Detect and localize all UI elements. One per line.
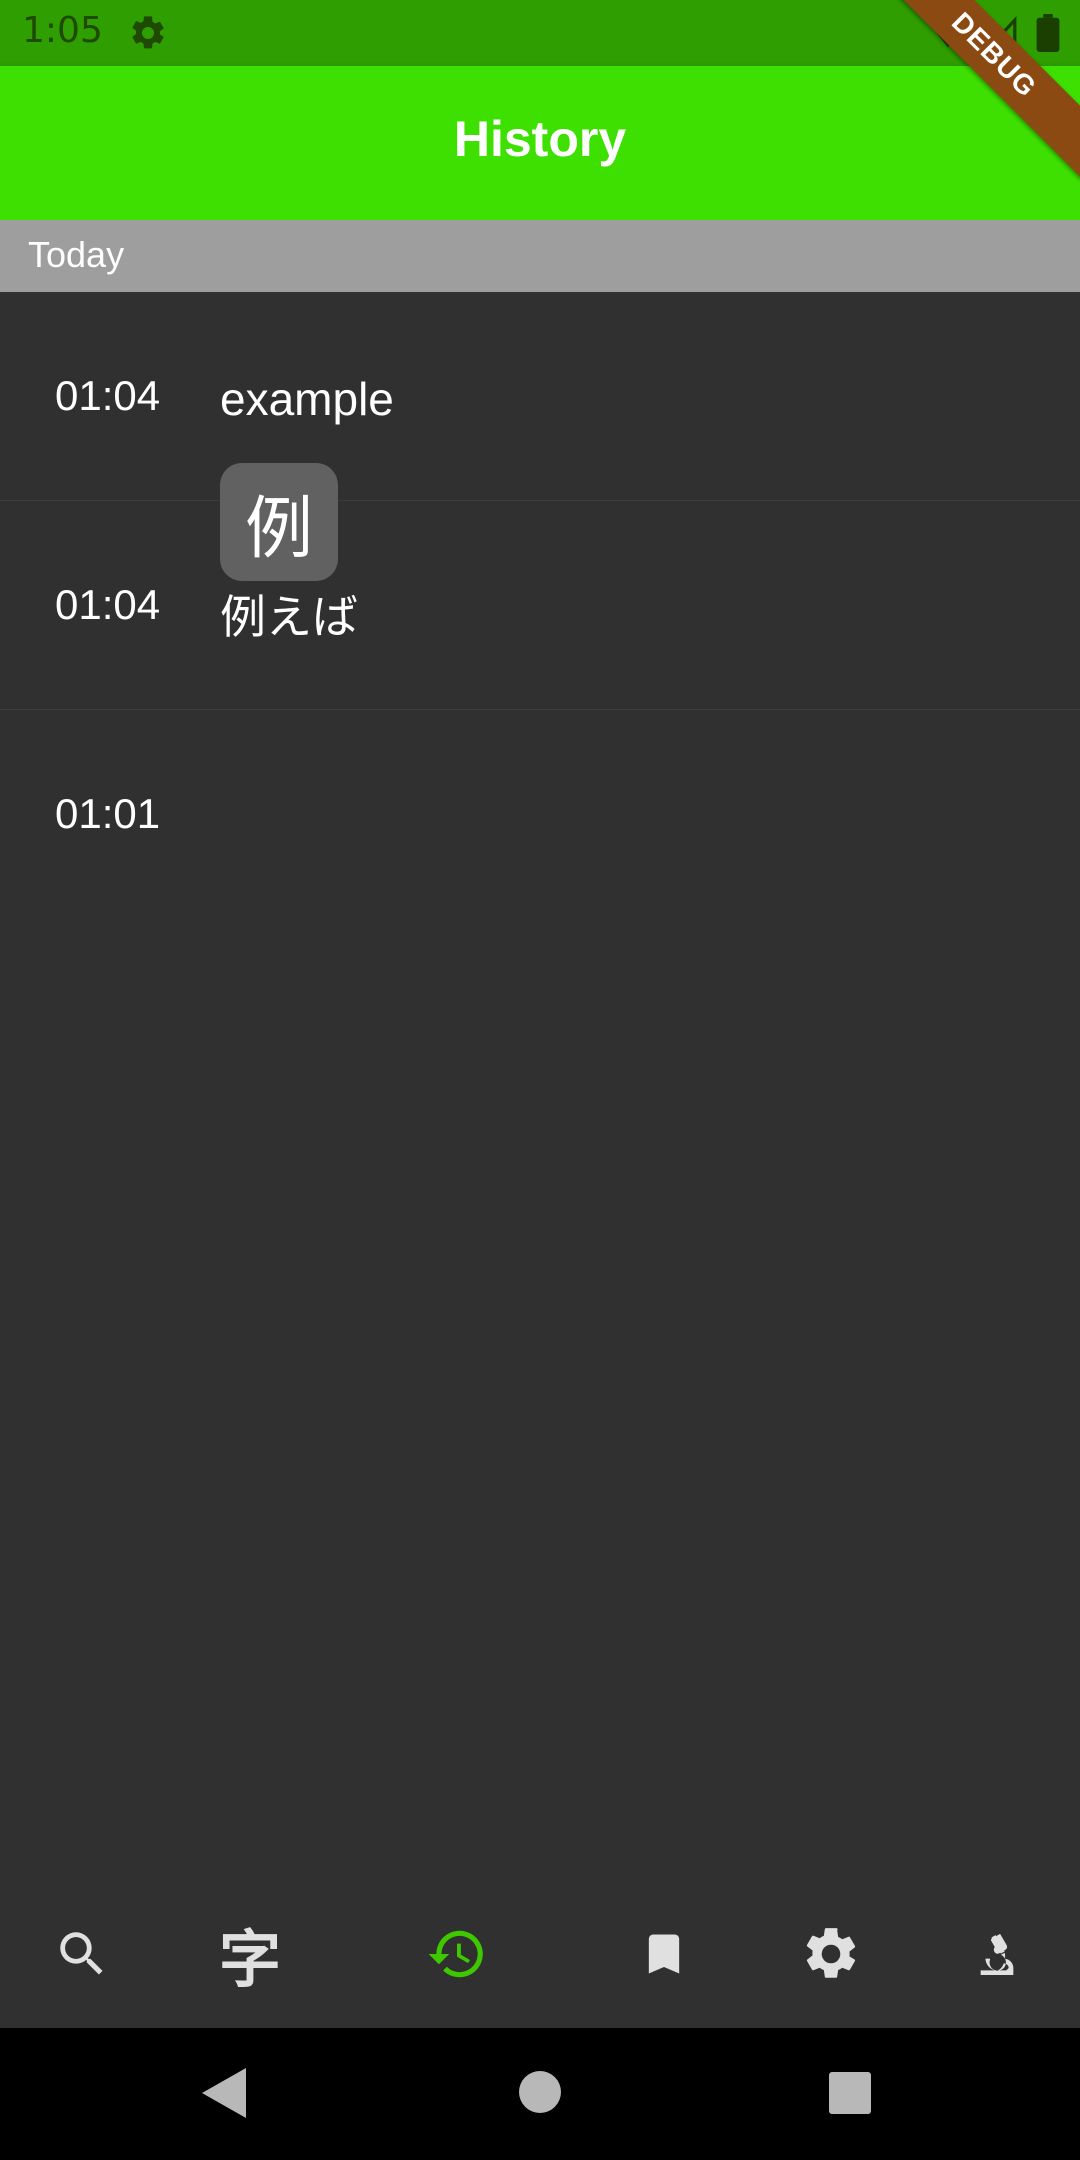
back-icon[interactable] (202, 2068, 246, 2122)
status-time: 1:05 (22, 10, 103, 51)
bookmark-icon (638, 1924, 690, 1984)
nav-lab[interactable] (957, 1914, 1037, 1994)
history-icon (426, 1923, 488, 1985)
history-time: 01:01 (55, 790, 161, 837)
history-list: 01:04 example 01:04 例えば 01:01 (0, 292, 1080, 918)
kanji-icon: 字 (218, 1923, 281, 1996)
nav-bookmarks[interactable] (624, 1914, 704, 1994)
history-term: 例えば (220, 591, 358, 643)
battery-icon (1036, 14, 1060, 52)
history-item[interactable]: 01:01 (0, 710, 1080, 918)
home-icon[interactable] (518, 2070, 562, 2118)
kanji-chip[interactable]: 例 (220, 463, 338, 581)
nav-kanji[interactable]: 字 (210, 1914, 290, 1996)
app-bar: History (0, 66, 1080, 220)
history-time: 01:04 (55, 372, 161, 419)
recents-icon[interactable] (829, 2072, 871, 2118)
system-nav-bar (0, 2028, 1080, 2160)
gear-icon (128, 13, 168, 53)
search-icon (53, 1925, 111, 1983)
history-term: example (220, 373, 394, 425)
section-label: Today (28, 234, 125, 275)
nav-settings[interactable] (791, 1914, 871, 1994)
section-header: Today (0, 220, 1080, 292)
settings-icon (800, 1923, 862, 1985)
history-time: 01:04 (55, 581, 161, 628)
bottom-nav: 字 (0, 1880, 1080, 2028)
page-title: History (453, 111, 627, 167)
history-item[interactable]: 01:04 例えば (0, 501, 1080, 710)
nav-search[interactable] (42, 1914, 122, 1994)
microscope-icon (969, 1924, 1025, 1984)
history-item[interactable]: 01:04 example (0, 292, 1080, 501)
nav-history[interactable] (417, 1914, 497, 1994)
